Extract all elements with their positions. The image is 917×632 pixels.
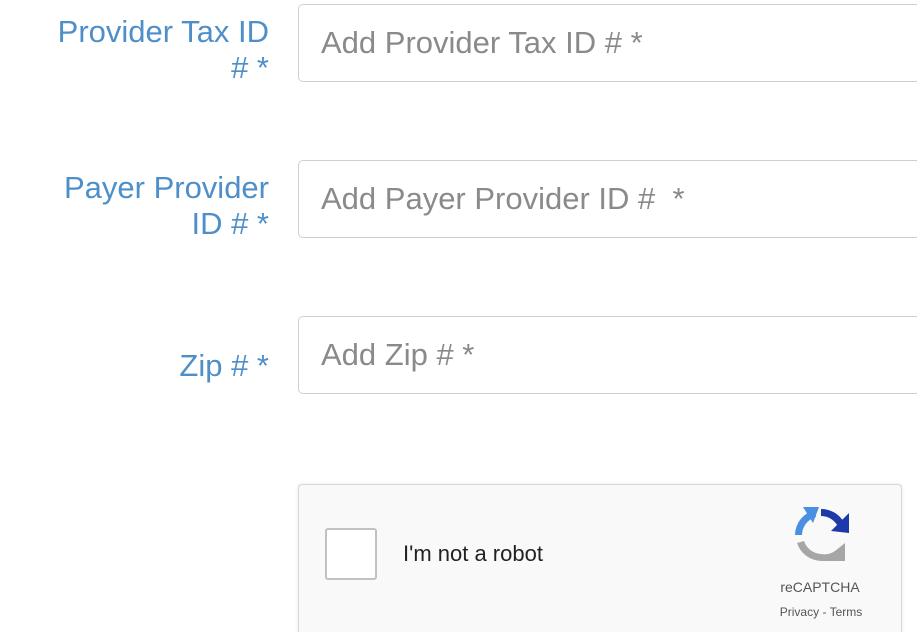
provider-tax-id-label-line2: # * [231, 50, 269, 85]
payer-provider-id-label: Payer Provider ID # * [64, 170, 269, 242]
recaptcha-checkbox[interactable] [325, 528, 377, 580]
recaptcha-links-separator: - [819, 605, 830, 619]
recaptcha-terms-link[interactable]: Terms [830, 605, 863, 619]
recaptcha-privacy-link[interactable]: Privacy [780, 605, 819, 619]
recaptcha-links: Privacy - Terms [759, 605, 883, 619]
recaptcha-checkbox-label: I'm not a robot [403, 541, 543, 566]
recaptcha-widget: I'm not a robot reCAPTCHA Privacy - Term… [298, 484, 902, 632]
zip-field [298, 316, 917, 394]
zip-input[interactable] [299, 317, 917, 393]
payer-provider-id-label-line1: Payer Provider [63, 170, 269, 205]
zip-label-text: Zip # * [179, 348, 269, 383]
zip-label: Zip # * [179, 348, 269, 384]
provider-tax-id-label-line1: Provider Tax ID [57, 14, 269, 49]
payer-provider-id-field [298, 160, 917, 238]
recaptcha-brand: reCAPTCHA [780, 579, 860, 595]
provider-tax-id-input[interactable] [299, 5, 917, 81]
recaptcha-logo-icon [795, 507, 849, 561]
provider-tax-id-field [298, 4, 917, 82]
payer-provider-id-input[interactable] [299, 161, 917, 237]
provider-tax-id-label: Provider Tax ID # * [58, 14, 269, 86]
payer-provider-id-label-line2: ID # * [191, 206, 269, 241]
provider-form: Provider Tax ID # * Payer Provider ID # … [0, 0, 917, 632]
